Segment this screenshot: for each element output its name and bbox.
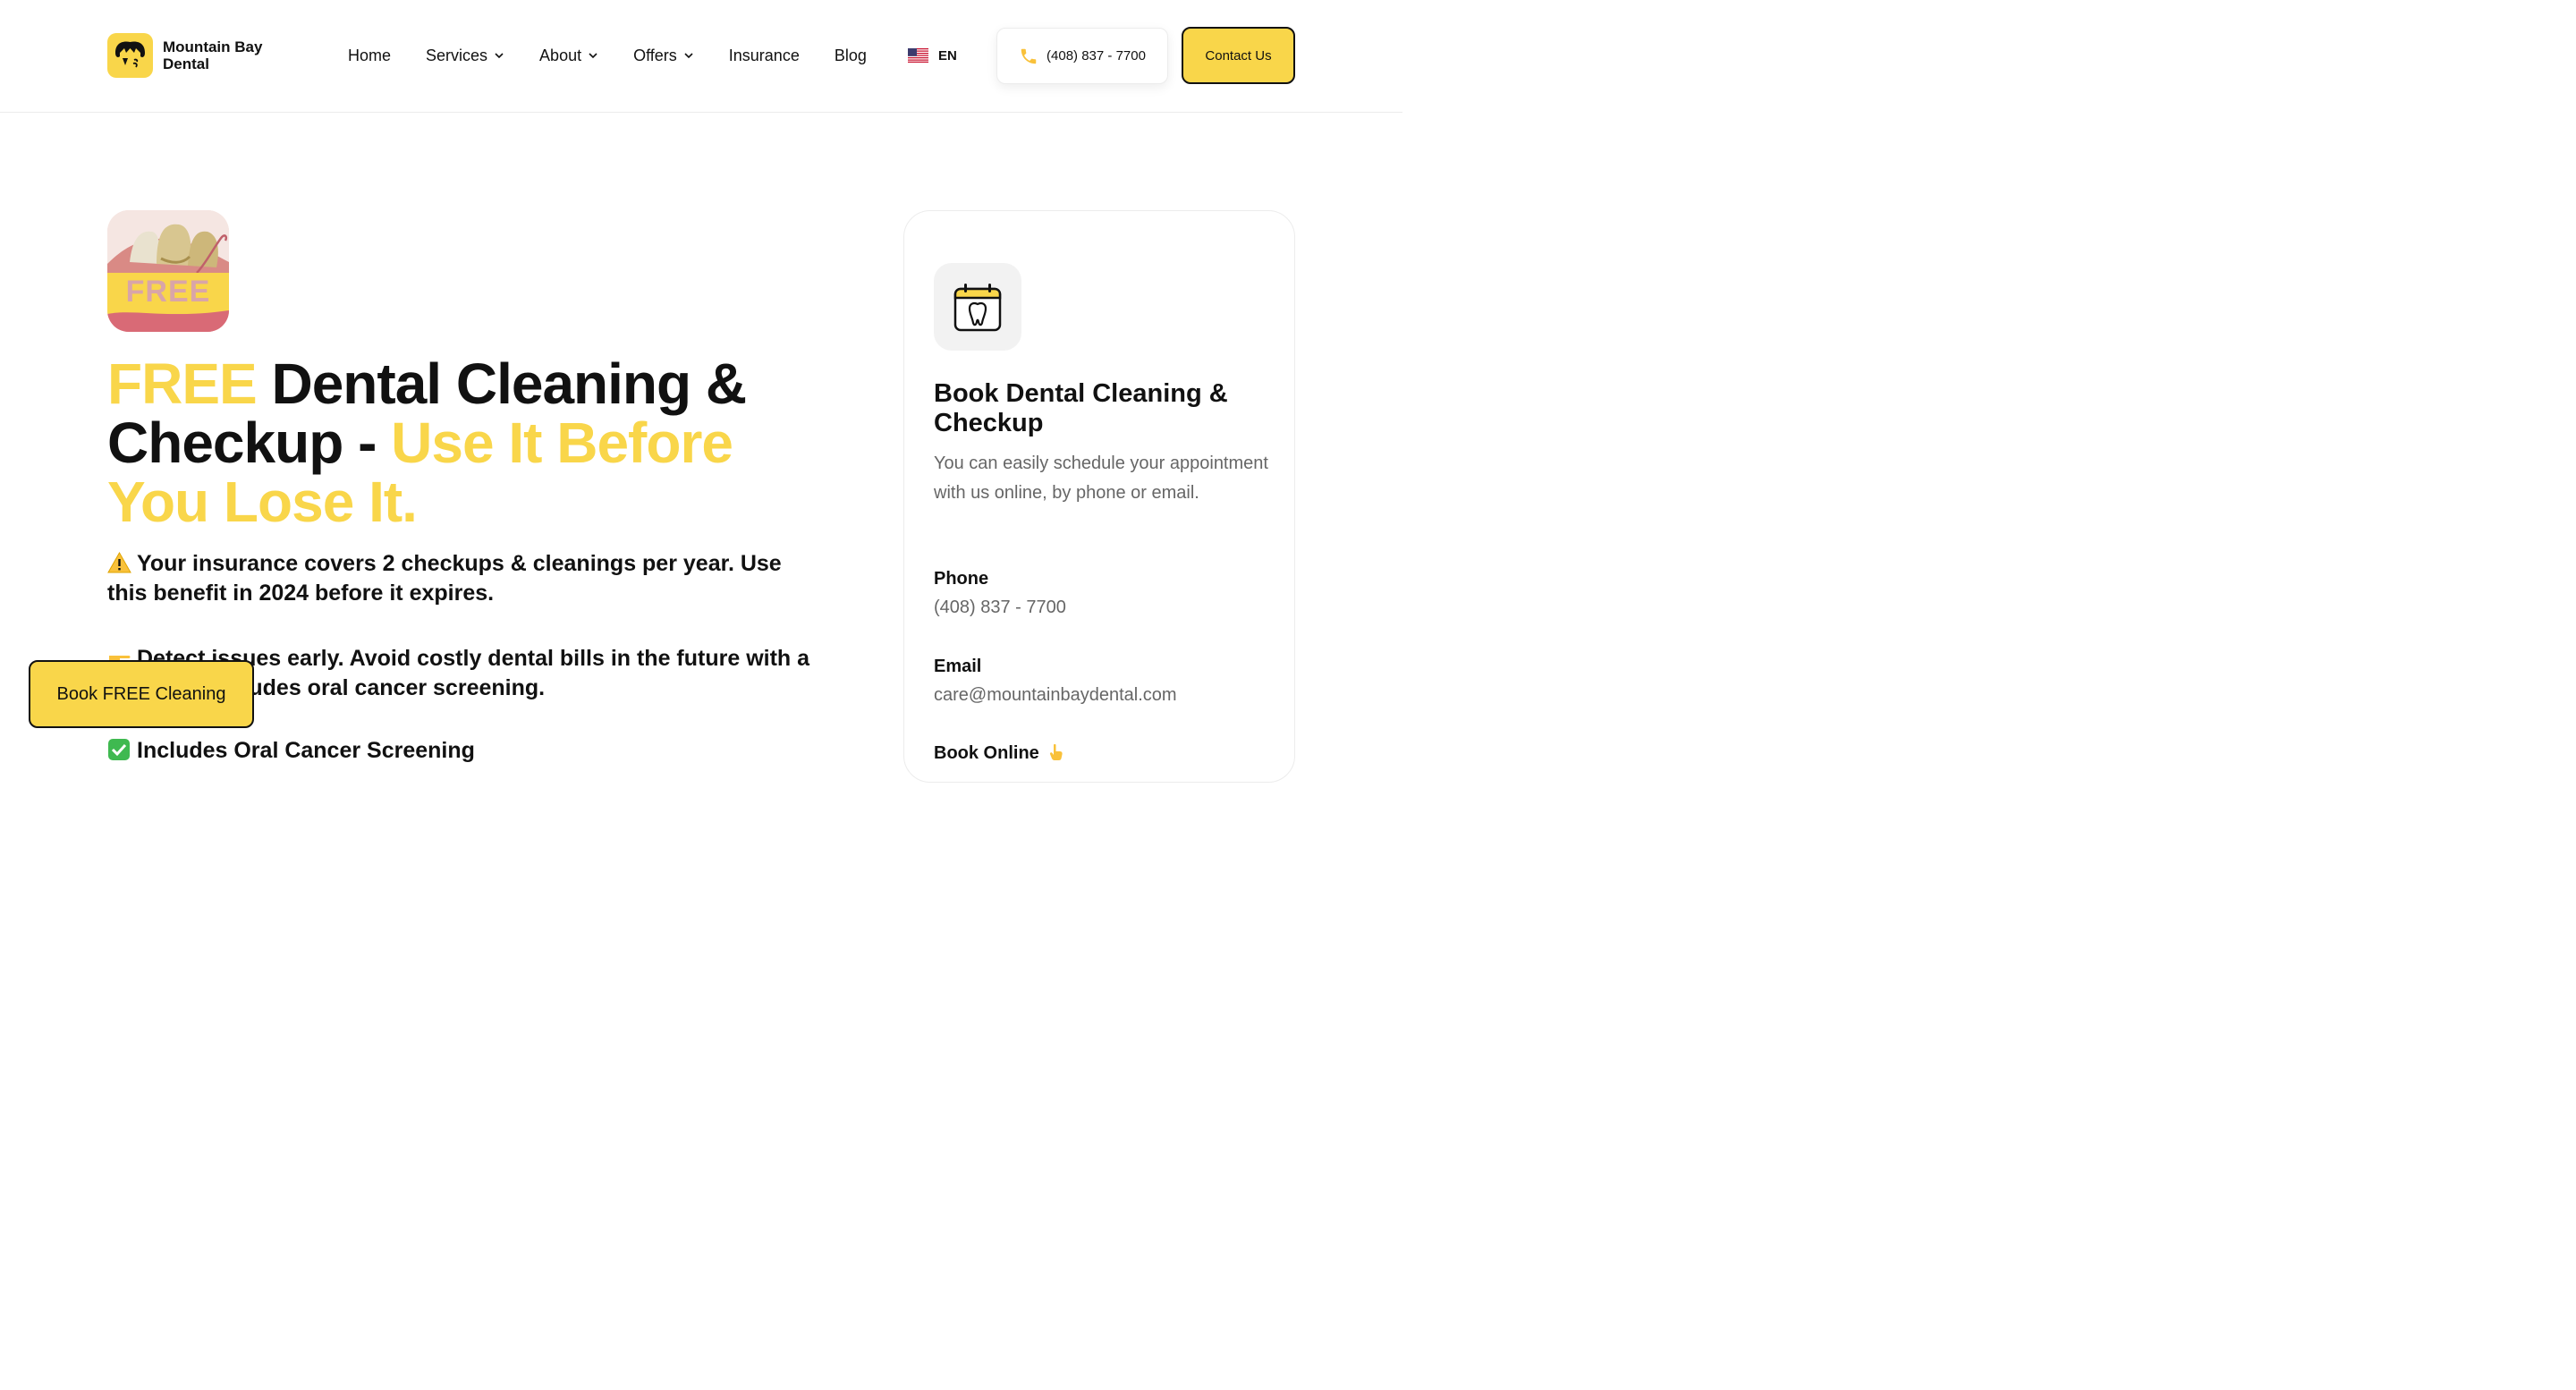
promo-image: FREE [107, 210, 229, 332]
booking-card-description: You can easily schedule your appointment… [934, 453, 1268, 503]
book-online-text: Book Online [934, 743, 1039, 763]
nav-item-label: Blog [834, 46, 867, 64]
brand-name-line2: Dental [163, 55, 209, 72]
nav-item-blog[interactable]: Blog [835, 45, 867, 66]
hero-point-text: Your insurance covers 2 checkups & clean… [107, 551, 782, 606]
nav-item-services[interactable]: Services [426, 45, 504, 66]
nav-item-about[interactable]: About [539, 45, 598, 66]
brand-name: Mountain Bay Dental [163, 38, 262, 72]
nav-item-label: About [539, 46, 582, 64]
chevron-down-icon [495, 53, 504, 59]
booking-card: Book Dental Cleaning & Checkup You can e… [903, 210, 1295, 783]
nav-item-label: Services [426, 46, 488, 64]
contact-us-button[interactable]: Contact Us [1182, 27, 1295, 84]
hero-point-insurance: Your insurance covers 2 checkups & clean… [107, 549, 814, 608]
email-label: Email [934, 657, 982, 676]
hero-point-text: Includes Oral Cancer Screening [137, 738, 475, 763]
language-selector[interactable]: EN [908, 45, 957, 66]
chevron-down-icon [589, 53, 597, 59]
promo-badge-text: FREE [125, 275, 211, 309]
nav-item-insurance[interactable]: Insurance [729, 45, 800, 66]
book-free-cleaning-button[interactable]: Book FREE Cleaning [29, 660, 254, 728]
language-label: EN [938, 47, 957, 64]
nav-item-home[interactable]: Home [348, 45, 391, 66]
tooth-logo-icon [107, 33, 153, 78]
booking-card-title: Book Dental Cleaning & Checkup [934, 379, 1228, 437]
logo[interactable]: Mountain Bay Dental [107, 33, 262, 78]
nav-item-label: Home [348, 46, 392, 64]
book-online-label[interactable]: Book Online [934, 743, 1065, 764]
hero-point-oral-cancer: Includes Oral Cancer Screening [107, 736, 814, 766]
calendar-tooth-icon [934, 263, 1021, 351]
header-phone-button[interactable]: (408) 837 - 7700 [996, 28, 1168, 84]
check-mark-icon [108, 739, 130, 760]
hero-title-highlight: FREE [107, 352, 258, 416]
phone-link[interactable]: (408) 837 - 7700 [934, 598, 1066, 618]
brand-name-line1: Mountain Bay [163, 38, 263, 55]
us-flag-icon [908, 48, 928, 63]
header-phone-number: (408) 837 - 7700 [1046, 48, 1146, 64]
phone-icon [1021, 48, 1037, 64]
nav-item-label: Insurance [728, 46, 800, 64]
warning-icon [107, 552, 131, 573]
site-header: Mountain Bay Dental Home Services About … [0, 0, 1402, 113]
nav-item-offers[interactable]: Offers [633, 45, 694, 66]
email-link[interactable]: care@mountainbaydental.com [934, 685, 1177, 706]
nav-item-label: Offers [633, 46, 677, 64]
phone-label: Phone [934, 569, 989, 589]
hero-title: FREE Dental Cleaning & Checkup - Use It … [107, 354, 787, 531]
chevron-down-icon [684, 53, 693, 59]
main-nav: Home Services About Offers Insurance Blo… [348, 45, 902, 66]
pointing-hand-icon [1050, 743, 1063, 760]
